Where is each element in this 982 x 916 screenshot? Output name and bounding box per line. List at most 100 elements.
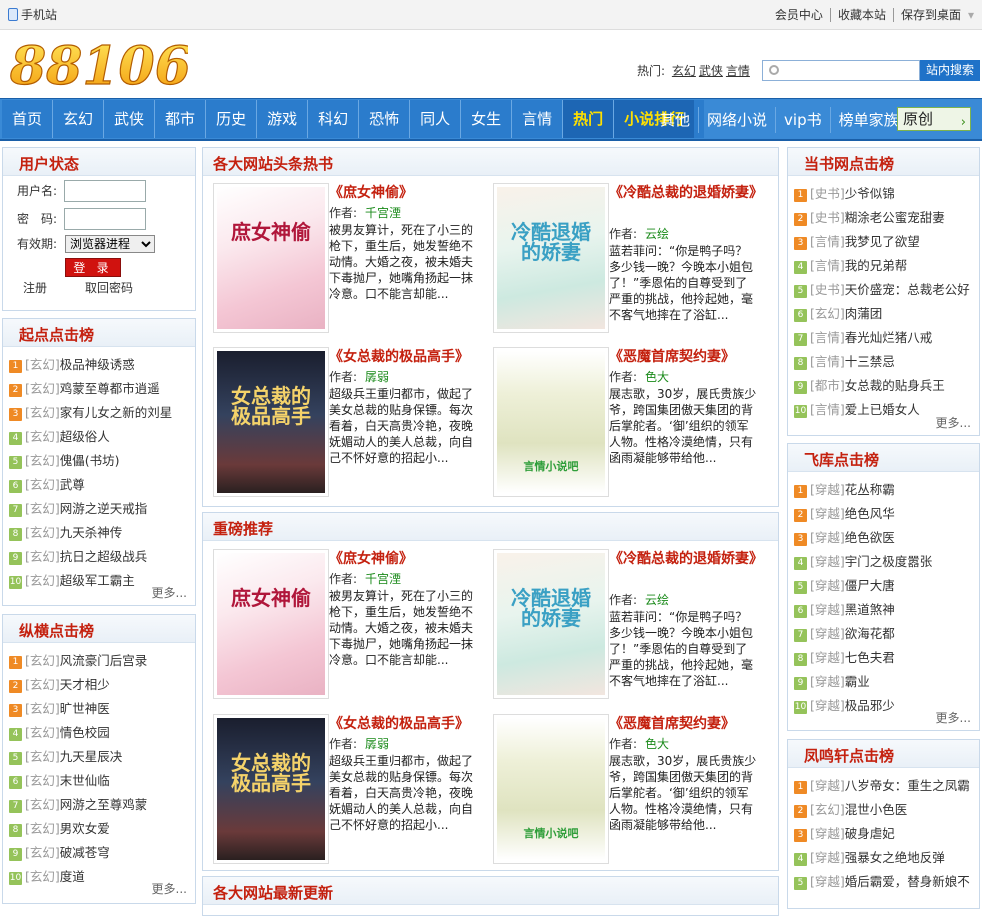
book-title[interactable]: 《庶女神偷》	[329, 183, 479, 204]
rank-item[interactable]: 8 [玄幻]九天杀神传	[9, 521, 195, 545]
hot-tag-yanqing[interactable]: 言情	[726, 64, 750, 78]
rank-item-title[interactable]: 家有儿女之新的刘星	[60, 405, 173, 420]
rank-item[interactable]: 1 [穿越]八岁帝女：重生之凤霸	[794, 774, 979, 798]
rank-item-title[interactable]: 傀儡(书坊)	[60, 453, 120, 468]
rank-item-title[interactable]: 度道	[60, 869, 85, 884]
rank-item[interactable]: 1 [玄幻]风流豪门后宫录	[9, 649, 195, 673]
rank-item-title[interactable]: 男欢女爱	[60, 821, 110, 836]
rank-item-title[interactable]: 爱上已婚女人	[845, 402, 920, 417]
feiku-more-link[interactable]: 更多...	[936, 709, 971, 726]
rank-item[interactable]: 6 [穿越]黑道煞神	[794, 598, 979, 622]
rank-item-title[interactable]: 天价盛宠：总裁老公好	[845, 282, 970, 297]
rank-item-title[interactable]: 少爷似锦	[845, 186, 895, 201]
nav-hot[interactable]: 热门	[563, 100, 615, 138]
rank-item[interactable]: 4 [玄幻]情色校园	[9, 721, 195, 745]
rank-item[interactable]: 2 [穿越]绝色风华	[794, 502, 979, 526]
rank-item-title[interactable]: 风流豪门后宫录	[60, 653, 148, 668]
password-input[interactable]	[64, 208, 146, 230]
rank-item[interactable]: 1 [史书]少爷似锦	[794, 182, 979, 206]
rank-item[interactable]: 7 [言情]春光灿烂猪八戒	[794, 326, 979, 350]
qidian-more-link[interactable]: 更多...	[152, 584, 187, 601]
nav-dushi[interactable]: 都市	[155, 100, 207, 138]
rank-item-title[interactable]: 武尊	[60, 477, 85, 492]
rank-item[interactable]: 8 [玄幻]男欢女爱	[9, 817, 195, 841]
rank-item[interactable]: 2 [玄幻]天才相少	[9, 673, 195, 697]
rank-item-title[interactable]: 极品神级诱惑	[60, 357, 135, 372]
rank-item-title[interactable]: 混世小色医	[845, 802, 908, 817]
book-title[interactable]: 《女总裁的极品高手》	[329, 347, 479, 368]
nav-nvsheng[interactable]: 女生	[461, 100, 513, 138]
rank-item-title[interactable]: 极品邪少	[845, 698, 895, 713]
rank-item-title[interactable]: 网游之至尊鸡蒙	[60, 797, 148, 812]
rank-item-title[interactable]: 破减苍穹	[60, 845, 110, 860]
book-title[interactable]: 《庶女神偷》	[329, 549, 479, 570]
rank-item-title[interactable]: 宇门之极度嚣张	[845, 554, 933, 569]
rank-item-title[interactable]: 末世仙临	[60, 773, 110, 788]
rank-item[interactable]: 9 [玄幻]抗日之超级战兵	[9, 545, 195, 569]
rank-item[interactable]: 8 [穿越]七色夫君	[794, 646, 979, 670]
rank-item[interactable]: 5 [玄幻]九天星辰决	[9, 745, 195, 769]
nav-home[interactable]: 首页	[2, 100, 54, 138]
rank-item[interactable]: 4 [穿越]强暴女之绝地反弹	[794, 846, 979, 870]
author-name[interactable]: 千宫湮	[365, 572, 401, 586]
rank-item-title[interactable]: 鸡蒙至尊都市逍遥	[60, 381, 160, 396]
rank-item-title[interactable]: 十三禁忌	[845, 354, 895, 369]
rank-item[interactable]: 9 [穿越]霸业	[794, 670, 979, 694]
rank-item-title[interactable]: 七色夫君	[845, 650, 895, 665]
rank-item[interactable]: 5 [穿越]婚后霸爱，替身新娘不	[794, 870, 979, 894]
register-link[interactable]: 注册	[23, 277, 47, 299]
zongheng-more-link[interactable]: 更多...	[152, 880, 187, 897]
rank-item[interactable]: 9 [都市]女总裁的贴身兵王	[794, 374, 979, 398]
nav-youxi[interactable]: 游戏	[257, 100, 309, 138]
mobile-site-link[interactable]: 手机站	[8, 7, 57, 23]
nav-web-novel[interactable]: 网络小说	[699, 107, 777, 133]
rank-item-title[interactable]: 女总裁的贴身兵王	[845, 378, 945, 393]
hot-tag-xuanhuan[interactable]: 玄幻	[672, 64, 696, 78]
author-name[interactable]: 云绘	[645, 227, 669, 241]
rank-item[interactable]: 3 [言情]我梦见了欲望	[794, 230, 979, 254]
rank-item[interactable]: 4 [玄幻]超级俗人	[9, 425, 195, 449]
book-cover[interactable]: 庶女神偷	[213, 183, 329, 333]
rank-item-title[interactable]: 天才相少	[60, 677, 110, 692]
nav-tongren[interactable]: 同人	[410, 100, 462, 138]
rank-item-title[interactable]: 婚后霸爱，替身新娘不	[845, 874, 970, 889]
rank-item-title[interactable]: 欲海花都	[845, 626, 895, 641]
rank-item[interactable]: 2 [玄幻]鸡蒙至尊都市逍遥	[9, 377, 195, 401]
nav-xuanhuan[interactable]: 玄幻	[53, 100, 105, 138]
rank-item-title[interactable]: 花丛称霸	[845, 482, 895, 497]
rank-item[interactable]: 2 [史书]糊涂老公蜜宠甜妻	[794, 206, 979, 230]
login-button[interactable]: 登 录	[65, 258, 121, 277]
nav-lishi[interactable]: 历史	[206, 100, 258, 138]
rank-item[interactable]: 1 [玄幻]极品神级诱惑	[9, 353, 195, 377]
recover-password-link[interactable]: 取回密码	[85, 277, 133, 299]
rank-item-title[interactable]: 九天杀神传	[60, 525, 123, 540]
rank-item[interactable]: 6 [玄幻]肉蒲团	[794, 302, 979, 326]
hot-tag-wuxia[interactable]: 武侠	[699, 64, 723, 78]
rank-item-title[interactable]: 九天星辰决	[60, 749, 123, 764]
book-cover[interactable]: 女总裁的极品高手	[213, 714, 329, 864]
bookmark-site-link[interactable]: 收藏本站	[829, 8, 893, 22]
rank-item[interactable]: 5 [史书]天价盛宠：总裁老公好	[794, 278, 979, 302]
nav-kongbu[interactable]: 恐怖	[359, 100, 411, 138]
book-title[interactable]: 《恶魔首席契约妻》	[609, 347, 759, 368]
original-dropdown[interactable]: 原创 ›	[897, 107, 971, 131]
book-cover[interactable]: 冷酷退婚的娇妻	[493, 183, 609, 333]
rank-item[interactable]: 9 [玄幻]破减苍穹	[9, 841, 195, 865]
dangshu-more-link[interactable]: 更多...	[936, 414, 971, 431]
rank-item[interactable]: 3 [穿越]破身虐妃	[794, 822, 979, 846]
rank-item-title[interactable]: 超级俗人	[60, 429, 110, 444]
save-to-desktop-link[interactable]: 保存到桌面	[892, 8, 968, 22]
rank-item-title[interactable]: 绝色风华	[845, 506, 895, 521]
rank-item-title[interactable]: 我梦见了欲望	[845, 234, 920, 249]
rank-item[interactable]: 4 [穿越]宇门之极度嚣张	[794, 550, 979, 574]
rank-item[interactable]: 6 [玄幻]武尊	[9, 473, 195, 497]
book-title[interactable]: 《冷酷总裁的退婚娇妻》	[609, 549, 763, 570]
rank-item-title[interactable]: 抗日之超级战兵	[60, 549, 148, 564]
author-name[interactable]: 孱弱	[365, 370, 389, 384]
rank-item[interactable]: 7 [玄幻]网游之至尊鸡蒙	[9, 793, 195, 817]
nav-other[interactable]: 其他	[652, 107, 700, 133]
rank-item-title[interactable]: 僵尸大唐	[845, 578, 895, 593]
book-cover[interactable]: 女总裁的极品高手	[213, 347, 329, 497]
rank-item-title[interactable]: 强暴女之绝地反弹	[845, 850, 945, 865]
nav-kehuan[interactable]: 科幻	[308, 100, 360, 138]
